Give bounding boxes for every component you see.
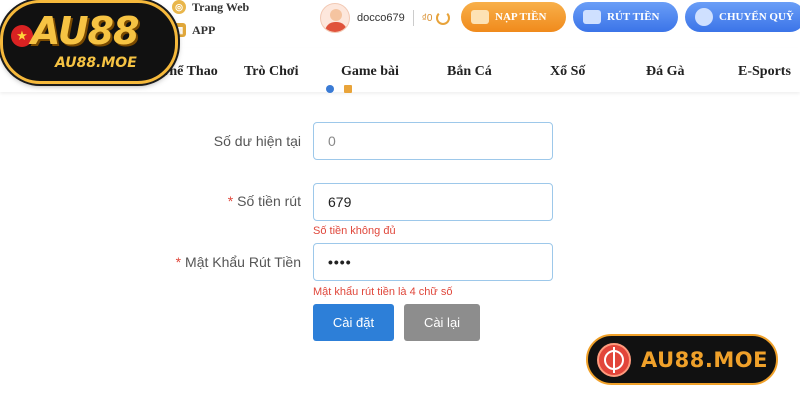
nav-item-cockfight[interactable]: Đá Gà xyxy=(646,64,685,80)
refresh-icon[interactable] xyxy=(436,11,451,25)
balance-field[interactable]: 0 xyxy=(313,122,553,160)
deposit-button[interactable]: NẠP TIỀN xyxy=(461,2,566,32)
reset-button[interactable]: Cài lại xyxy=(404,304,480,341)
transfer-button-label: CHUYỂN QUỸ xyxy=(719,11,794,23)
password-label: * Mật Khẩu Rút Tiền xyxy=(176,254,301,270)
watermark-text: AU88.MOE xyxy=(641,347,768,372)
user-info: docco679 ₫0 xyxy=(320,3,451,33)
transfer-button[interactable]: CHUYỂN QUỸ xyxy=(685,2,800,32)
square-icon xyxy=(344,85,352,93)
nav-item-card-games[interactable]: Game bài xyxy=(341,64,399,80)
balance-label: Số dư hiện tại xyxy=(213,133,301,149)
withdraw-icon xyxy=(583,10,601,24)
tab-indicator-icons xyxy=(326,85,352,93)
watermark-badge: AU88.MOE xyxy=(586,334,778,385)
nav-item-lottery[interactable]: Xổ Số xyxy=(550,64,585,80)
app-link[interactable]: ▦ APP xyxy=(172,21,249,39)
wallet-balance: ₫0 xyxy=(421,12,433,24)
logo-brand: AU88 xyxy=(31,9,139,53)
nav-item-games[interactable]: Trò Chơi xyxy=(244,64,299,80)
nav-item-fishing[interactable]: Bắn Cá xyxy=(447,64,492,80)
nav-item-esports[interactable]: E-Sports xyxy=(738,64,791,80)
divider xyxy=(412,10,414,26)
deposit-button-label: NẠP TIỀN xyxy=(495,11,547,23)
amount-error: Số tiền không đủ xyxy=(313,225,396,237)
website-link[interactable]: ◎ Trang Web xyxy=(172,0,249,16)
amount-label-text: Số tiền rút xyxy=(237,193,301,209)
wallet-card-icon xyxy=(471,10,489,24)
required-mark: * xyxy=(175,254,182,270)
globe-icon: ◎ xyxy=(172,0,186,14)
withdraw-button-label: RÚT TIỀN xyxy=(607,11,660,23)
site-logo[interactable]: ★ AU88 AU88.MOE xyxy=(0,0,178,84)
avatar[interactable] xyxy=(320,3,350,33)
username: docco679 xyxy=(357,12,405,24)
amount-label: * Số tiền rút xyxy=(228,193,301,209)
password-label-text: Mật Khẩu Rút Tiền xyxy=(185,254,301,270)
star-flag-icon: ★ xyxy=(11,25,33,47)
app-link-label: APP xyxy=(192,22,216,37)
required-mark: * xyxy=(227,193,234,209)
save-button[interactable]: Cài đặt xyxy=(313,304,394,341)
withdraw-page: ◎ Trang Web ▦ APP docco679 ₫0 NẠP TIỀN R… xyxy=(0,0,800,400)
withdraw-password-input[interactable]: •••• xyxy=(313,243,553,281)
dot-icon xyxy=(326,85,334,93)
website-link-label: Trang Web xyxy=(192,0,250,14)
withdraw-button[interactable]: RÚT TIỀN xyxy=(573,2,678,32)
password-error: Mật khẩu rút tiền là 4 chữ số xyxy=(313,286,453,298)
transfer-icon xyxy=(695,8,713,26)
header-links: ◎ Trang Web ▦ APP xyxy=(172,0,249,44)
amount-input[interactable]: 679 xyxy=(313,183,553,221)
globe-icon xyxy=(597,342,631,377)
logo-domain: AU88.MOE xyxy=(55,55,137,71)
